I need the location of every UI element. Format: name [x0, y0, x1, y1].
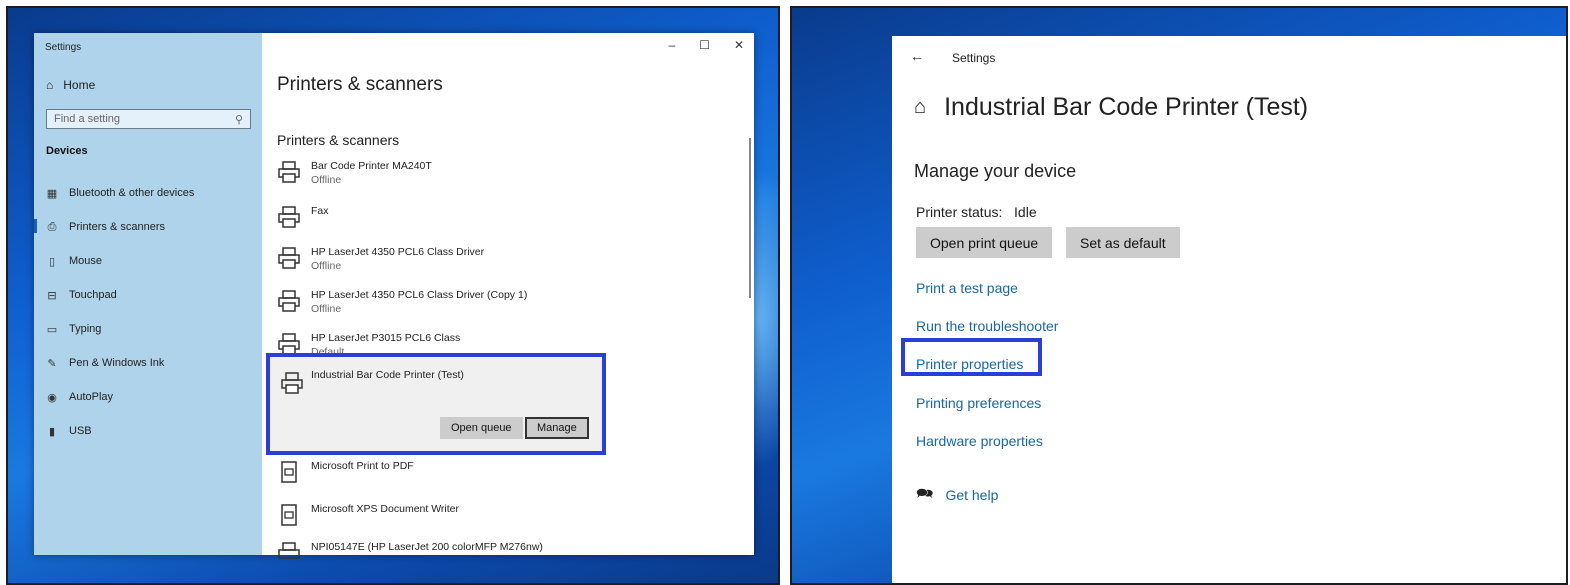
- sidebar-item-label: AutoPlay: [69, 391, 114, 403]
- printer-item[interactable]: Microsoft XPS Document Writer: [277, 503, 459, 527]
- printer-status: Offline: [311, 303, 342, 315]
- sidebar-item-label: Mouse: [69, 255, 103, 267]
- page-title: ⌂ Industrial Bar Code Printer (Test): [914, 93, 1308, 122]
- bluetooth-icon: ▦: [46, 187, 58, 200]
- document-printer-icon: [281, 461, 297, 483]
- printer-item[interactable]: Fax: [277, 205, 329, 229]
- get-help-label: Get help: [945, 487, 999, 503]
- printer-name: Bar Code Printer MA240T: [311, 160, 432, 172]
- printer-status: Offline: [311, 174, 342, 186]
- status-value: Idle: [1014, 204, 1037, 220]
- pen-icon: ✎: [47, 357, 57, 370]
- keyboard-icon: ▭: [46, 323, 58, 336]
- sidebar-section-devices: Devices: [46, 145, 88, 157]
- window-title: Settings: [45, 42, 82, 53]
- printer-icon: ⎙: [47, 220, 57, 233]
- window-title: Settings: [952, 51, 996, 65]
- settings-window: Settings ⌂ Home Find a setting ⚲ Devices…: [34, 33, 754, 559]
- status-label: Printer status:: [916, 204, 1003, 220]
- left-screenshot-panel: Settings ⌂ Home Find a setting ⚲ Devices…: [6, 6, 780, 585]
- search-placeholder: Find a setting: [54, 113, 121, 125]
- printer-item[interactable]: NPI05147E (HP LaserJet 200 colorMFP M276…: [277, 541, 543, 565]
- printer-icon: [278, 290, 300, 312]
- sidebar-item-pen[interactable]: ✎ Pen & Windows Ink: [46, 355, 164, 371]
- printer-name: Fax: [311, 205, 329, 217]
- printer-icon: [278, 542, 300, 559]
- scrollbar[interactable]: [749, 138, 751, 298]
- run-troubleshooter-link[interactable]: Run the troubleshooter: [916, 318, 1058, 334]
- printer-item[interactable]: Microsoft Print to PDF: [277, 460, 414, 484]
- print-test-page-link[interactable]: Print a test page: [916, 280, 1018, 296]
- maximize-button[interactable]: ☐: [699, 38, 710, 52]
- window-controls: – ☐ ✕: [668, 38, 744, 52]
- selected-printer-name: Industrial Bar Code Printer (Test): [311, 369, 464, 381]
- minimize-button[interactable]: –: [668, 38, 675, 52]
- printer-item[interactable]: Bar Code Printer MA240T Offline: [277, 160, 432, 186]
- printer-settings-window: ← Settings ⌂ Industrial Bar Code Printer…: [892, 36, 1566, 583]
- sidebar-item-bluetooth[interactable]: ▦ Bluetooth & other devices: [46, 185, 195, 201]
- printer-name: Microsoft Print to PDF: [311, 460, 414, 472]
- printer-item[interactable]: HP LaserJet 4350 PCL6 Class Driver (Copy…: [277, 289, 527, 315]
- page-title: Printers & scanners: [277, 74, 443, 95]
- usb-icon: ▮: [48, 425, 56, 438]
- printer-name: HP LaserJet 4350 PCL6 Class Driver (Copy…: [311, 289, 528, 301]
- sidebar-item-label: USB: [69, 425, 92, 437]
- printer-item[interactable]: HP LaserJet 4350 PCL6 Class Driver Offlin…: [277, 246, 484, 272]
- printer-properties-link[interactable]: Printer properties: [916, 356, 1023, 372]
- home-icon: ⌂: [914, 96, 927, 118]
- set-as-default-button[interactable]: Set as default: [1066, 227, 1180, 258]
- sidebar-item-label: Pen & Windows Ink: [69, 357, 165, 369]
- printer-icon: [278, 247, 300, 269]
- section-title: Printers & scanners: [277, 132, 400, 148]
- printer-name: Microsoft XPS Document Writer: [311, 503, 460, 515]
- sidebar-item-mouse[interactable]: ▯ Mouse: [46, 253, 102, 269]
- settings-sidebar: Settings ⌂ Home Find a setting ⚲ Devices…: [34, 33, 262, 555]
- sidebar-item-autoplay[interactable]: ◉ AutoPlay: [46, 389, 113, 405]
- sidebar-item-label: Printers & scanners: [69, 221, 165, 233]
- search-icon: ⚲: [234, 114, 243, 126]
- printer-name: NPI05147E (HP LaserJet 200 colorMFP M276…: [311, 541, 543, 553]
- search-input[interactable]: Find a setting ⚲: [46, 109, 251, 129]
- right-screenshot-panel: ← Settings ⌂ Industrial Bar Code Printer…: [790, 6, 1568, 585]
- printer-title: Industrial Bar Code Printer (Test): [944, 93, 1309, 121]
- printing-preferences-link[interactable]: Printing preferences: [916, 395, 1041, 411]
- printer-name: HP LaserJet 4350 PCL6 Class Driver: [311, 246, 485, 258]
- close-button[interactable]: ✕: [734, 38, 744, 52]
- open-print-queue-button[interactable]: Open print queue: [916, 227, 1053, 258]
- printer-name: HP LaserJet P3015 PCL6 Class: [311, 332, 461, 344]
- home-icon: ⌂: [46, 78, 54, 92]
- sidebar-home-link[interactable]: ⌂ Home: [46, 78, 95, 92]
- printer-icon: [278, 206, 300, 228]
- printer-status-row: Printer status: Idle: [916, 204, 1037, 220]
- open-queue-button[interactable]: Open queue: [440, 417, 523, 439]
- document-printer-icon: [281, 504, 297, 526]
- printer-icon: [281, 372, 303, 394]
- back-button[interactable]: ←: [910, 48, 924, 64]
- active-indicator: [34, 219, 37, 233]
- sidebar-item-usb[interactable]: ▮ USB: [46, 423, 92, 439]
- printer-status: Offline: [311, 260, 342, 272]
- sidebar-item-typing[interactable]: ▭ Typing: [46, 321, 102, 337]
- sidebar-item-touchpad[interactable]: ⊟ Touchpad: [46, 287, 117, 303]
- sidebar-item-label: Typing: [69, 323, 102, 335]
- help-icon: 🗪: [916, 485, 934, 501]
- sidebar-item-label: Bluetooth & other devices: [69, 187, 195, 199]
- sidebar-item-printers[interactable]: ⎙ Printers & scanners: [46, 219, 165, 235]
- autoplay-icon: ◉: [47, 391, 57, 404]
- sidebar-item-label: Touchpad: [69, 289, 117, 301]
- home-label: Home: [63, 78, 96, 92]
- selected-printer-card[interactable]: Industrial Bar Code Printer (Test) Open …: [266, 353, 606, 455]
- manage-button[interactable]: Manage: [525, 417, 589, 439]
- hardware-properties-link[interactable]: Hardware properties: [916, 433, 1043, 449]
- printer-icon: [278, 161, 300, 183]
- get-help-link[interactable]: 🗪 Get help: [916, 483, 998, 507]
- mouse-icon: ▯: [48, 255, 56, 268]
- touchpad-icon: ⊟: [47, 289, 57, 302]
- manage-heading: Manage your device: [914, 161, 1077, 181]
- settings-content: – ☐ ✕ Printers & scanners Printers & sca…: [262, 33, 754, 559]
